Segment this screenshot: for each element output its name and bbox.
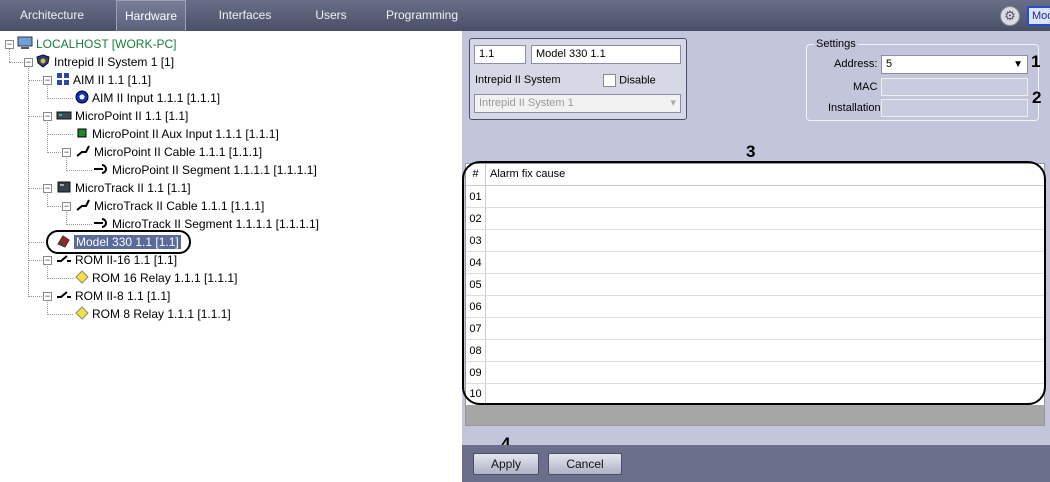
- tree-line: [47, 152, 63, 153]
- controller-icon: [56, 180, 72, 198]
- collapse-toggle[interactable]: −: [24, 58, 33, 67]
- tree-line: [28, 80, 44, 81]
- relay-diamond-icon: [75, 270, 89, 288]
- collapse-toggle[interactable]: −: [43, 256, 52, 265]
- tree-line: [66, 170, 92, 171]
- tree-line: [28, 260, 44, 261]
- tree-node-micropoint-segment[interactable]: MicroPoint II Segment 1.1.1.1 [1.1.1.1]: [93, 162, 317, 178]
- chevron-down-icon: ▾: [670, 97, 676, 109]
- installation-label: Installation: [828, 102, 881, 114]
- parent-select[interactable]: Intrepid II System 1 ▾: [474, 94, 681, 113]
- address-label: Address:: [834, 58, 878, 70]
- highlight-oval: [462, 161, 1046, 405]
- object-properties-box: 1.1 Model 330 1.1 Intrepid II System Dis…: [469, 38, 687, 120]
- tree-line: [47, 134, 73, 135]
- disable-label: Disable: [619, 74, 656, 87]
- table-footer: [466, 405, 1044, 425]
- address-value: 5: [886, 58, 893, 70]
- computer-icon: [17, 36, 33, 54]
- object-name-field[interactable]: Model 330 1.1: [531, 45, 681, 64]
- collapse-toggle[interactable]: −: [43, 292, 52, 301]
- aux-input-icon: [75, 126, 89, 144]
- tree-node-microtrack[interactable]: MicroTrack II 1.1 [1.1]: [56, 180, 191, 196]
- disable-checkbox-box[interactable]: [603, 74, 616, 87]
- tab-architecture[interactable]: Architecture: [8, 0, 96, 31]
- tree-node-intrepid-system[interactable]: Intrepid II System 1 [1]: [36, 54, 174, 70]
- cable-icon: [75, 144, 91, 162]
- tree-node-micropoint[interactable]: MicroPoint II 1.1 [1.1]: [56, 108, 188, 124]
- address-select[interactable]: 5 ▼: [881, 55, 1028, 74]
- disable-checkbox[interactable]: Disable: [603, 74, 656, 87]
- highlight-oval: [46, 230, 191, 254]
- hardware-tree: − − − − − − − − − LOCALHOST [WORK-PC] In…: [0, 31, 462, 482]
- chevron-down-icon: ▼: [1013, 59, 1023, 70]
- relay-switch-icon: [56, 289, 72, 305]
- tree-node-microtrack-cable[interactable]: MicroTrack II Cable 1.1.1 [1.1.1]: [75, 198, 264, 214]
- parent-label: Intrepid II System: [475, 74, 561, 86]
- tab-users[interactable]: Users: [305, 0, 357, 31]
- mac-field[interactable]: [881, 78, 1028, 96]
- top-tab-bar: Architecture Hardware Interfaces Users P…: [0, 0, 1050, 31]
- cable-icon: [75, 198, 91, 216]
- tree-line: [47, 278, 73, 279]
- tree-node-micropoint-aux[interactable]: MicroPoint II Aux Input 1.1.1 [1.1.1]: [75, 126, 279, 142]
- callout-1: 1: [1031, 52, 1041, 71]
- segment-icon: [93, 162, 109, 180]
- tree-node-rom16-relay[interactable]: ROM 16 Relay 1.1.1 [1.1.1]: [75, 270, 237, 286]
- installation-field[interactable]: [881, 99, 1028, 117]
- collapse-toggle[interactable]: −: [43, 76, 52, 85]
- tree-line: [47, 98, 73, 99]
- relay-switch-icon: [56, 253, 72, 269]
- parent-select-value: Intrepid II System 1: [479, 97, 574, 109]
- apply-button[interactable]: Apply: [473, 453, 539, 475]
- tree-node-rom16[interactable]: ROM II-16 1.1 [1.1]: [56, 252, 177, 268]
- grid-module-icon: [56, 72, 70, 90]
- tab-hardware[interactable]: Hardware: [116, 0, 186, 31]
- relay-diamond-icon: [75, 306, 89, 324]
- cancel-button[interactable]: Cancel: [548, 453, 622, 475]
- tree-node-aim-input[interactable]: AIM II Input 1.1.1 [1.1.1]: [75, 90, 220, 106]
- tree-line: [9, 62, 25, 63]
- tree-line: [66, 224, 92, 225]
- object-id-field[interactable]: 1.1: [474, 45, 526, 64]
- tree-line: [47, 117, 48, 153]
- shield-icon: [36, 54, 51, 72]
- tree-line: [28, 116, 44, 117]
- tab-interfaces[interactable]: Interfaces: [208, 0, 282, 31]
- tree-line: [28, 188, 44, 189]
- tree-line: [28, 242, 44, 243]
- tree-node-rom8[interactable]: ROM II-8 1.1 [1.1]: [56, 288, 170, 304]
- collapse-toggle[interactable]: −: [62, 202, 71, 211]
- mode-button[interactable]: Mod: [1027, 6, 1050, 26]
- tree-line: [28, 296, 44, 297]
- callout-3: 3: [746, 142, 756, 161]
- tree-node-aim[interactable]: AIM II 1.1 [1.1]: [56, 72, 151, 88]
- collapse-toggle[interactable]: −: [43, 184, 52, 193]
- callout-2: 2: [1032, 88, 1042, 107]
- mac-label: MAC: [853, 81, 878, 93]
- tree-line: [28, 63, 29, 297]
- settings-legend: Settings: [814, 38, 858, 50]
- tab-programming[interactable]: Programming: [380, 0, 464, 31]
- tree-node-micropoint-cable[interactable]: MicroPoint II Cable 1.1.1 [1.1.1]: [75, 144, 262, 160]
- controller-icon: [56, 109, 72, 125]
- collapse-toggle[interactable]: −: [43, 112, 52, 121]
- tree-node-rom8-relay[interactable]: ROM 8 Relay 1.1.1 [1.1.1]: [75, 306, 231, 322]
- gear-icon[interactable]: ⚙: [1000, 6, 1020, 26]
- tree-line: [47, 206, 63, 207]
- input-circle-icon: [75, 90, 89, 108]
- tree-node-localhost[interactable]: LOCALHOST [WORK-PC]: [17, 36, 176, 52]
- collapse-toggle[interactable]: −: [62, 148, 71, 157]
- tree-line: [47, 314, 73, 315]
- collapse-toggle[interactable]: −: [5, 40, 14, 49]
